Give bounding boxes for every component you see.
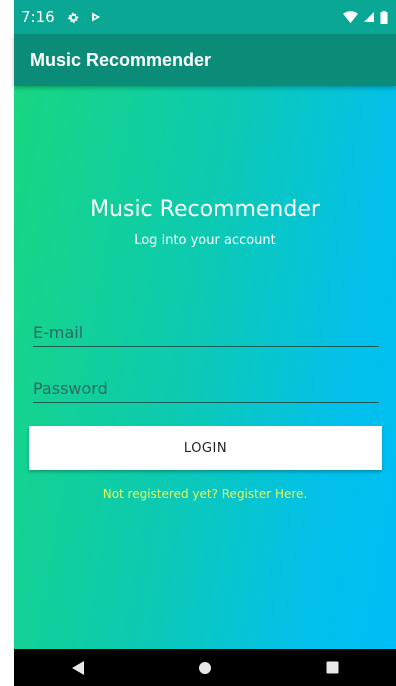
navigation-bar — [14, 649, 396, 686]
login-subtitle: Log into your account — [134, 233, 276, 248]
password-field[interactable] — [33, 374, 379, 403]
recents-icon[interactable] — [317, 653, 347, 683]
home-icon[interactable] — [190, 653, 220, 683]
status-time: 7:16 — [21, 8, 55, 26]
login-title: Music Recommender — [90, 197, 320, 222]
app-bar: Music Recommender — [14, 34, 396, 86]
back-icon[interactable] — [63, 653, 93, 683]
play-icon — [91, 12, 100, 22]
app-bar-title: Music Recommender — [30, 49, 212, 70]
login-screen: Music Recommender Log into your account … — [14, 86, 396, 649]
status-bar: 7:16 — [14, 0, 396, 34]
register-link[interactable]: Not registered yet? Register Here. — [14, 487, 396, 501]
wifi-icon — [343, 10, 358, 23]
settings-icon — [67, 12, 79, 23]
email-field[interactable] — [33, 318, 379, 347]
login-button[interactable]: LOGIN — [29, 426, 382, 470]
device-screen: 7:16 Music Recommender Music Recommender… — [14, 0, 396, 686]
signal-icon — [364, 12, 374, 22]
battery-icon — [380, 10, 388, 24]
